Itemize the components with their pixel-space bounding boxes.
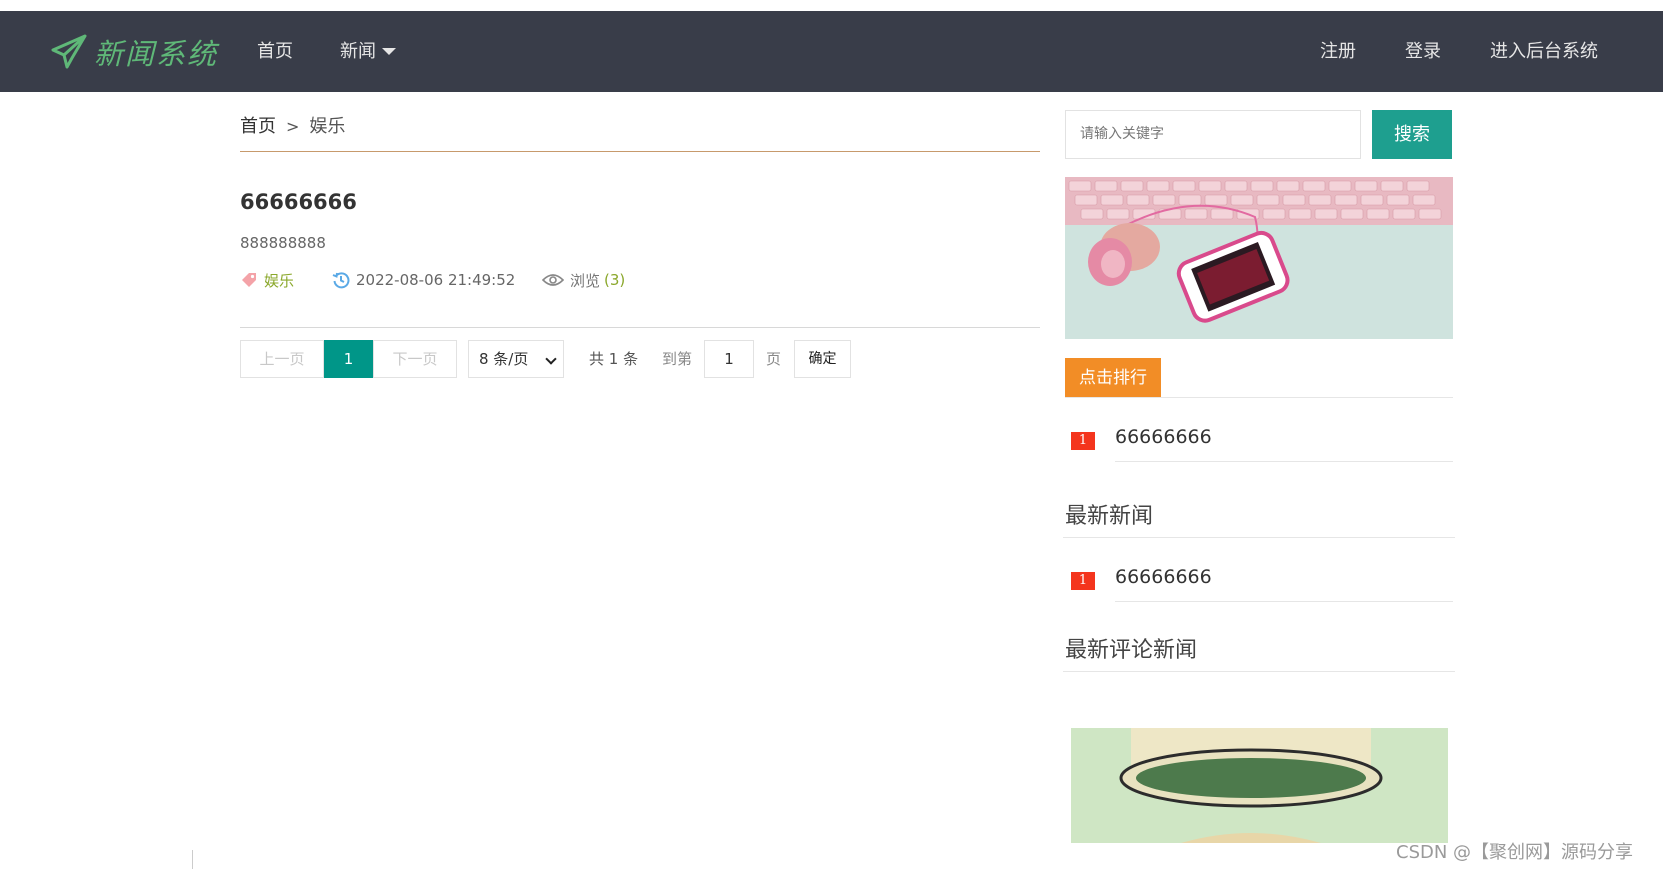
goto-confirm-button[interactable]: 确定 xyxy=(794,340,851,378)
search-button[interactable]: 搜索 xyxy=(1372,110,1452,159)
paper-plane-icon xyxy=(51,34,87,69)
nav-register[interactable]: 注册 xyxy=(1320,11,1356,92)
commented-news-divider xyxy=(1063,671,1455,672)
eye-icon xyxy=(542,274,564,286)
nav-register-label: 注册 xyxy=(1320,41,1356,62)
nav-news-label: 新闻 xyxy=(340,41,376,62)
article-category[interactable]: 娱乐 xyxy=(240,268,294,292)
left-edge-tick xyxy=(192,850,193,869)
goto-label: 到第 xyxy=(662,350,693,368)
latest-news-heading: 最新新闻 xyxy=(1065,504,1154,529)
total-count: 共 1 条 xyxy=(589,350,639,368)
hot-ranking-tab[interactable]: 点击排行 xyxy=(1065,358,1161,398)
article-views: 浏览 (3) xyxy=(542,268,625,292)
nav-home-label: 首页 xyxy=(257,41,293,62)
history-clock-icon xyxy=(332,272,350,289)
latest-item-title[interactable]: 66666666 xyxy=(1115,566,1212,588)
page-1-button[interactable]: 1 xyxy=(324,340,373,378)
hot-list-item[interactable]: 1 66666666 xyxy=(1071,418,1453,462)
top-navbar: 新闻系统 首页 新闻 注册 登录 进入后台系统 xyxy=(0,11,1663,92)
article-datetime-text: 2022-08-06 21:49:52 xyxy=(356,271,516,289)
commented-news-image[interactable] xyxy=(1071,728,1448,843)
breadcrumb-current[interactable]: 娱乐 xyxy=(309,116,345,137)
tag-icon xyxy=(242,273,256,287)
nav-news-dropdown[interactable]: 新闻 xyxy=(340,11,396,92)
article-views-count: (3) xyxy=(604,271,626,289)
logo-text: 新闻系统 xyxy=(94,37,219,71)
list-divider xyxy=(240,327,1040,328)
breadcrumb-separator: > xyxy=(286,117,300,136)
breadcrumb: 首页 > 娱乐 xyxy=(240,112,345,138)
next-page-button[interactable]: 下一页 xyxy=(373,340,457,378)
watermark: CSDN @【聚创网】源码分享 xyxy=(1396,842,1634,863)
page-size-value: 8 条/页 xyxy=(479,350,529,368)
page-size-select[interactable]: 8 条/页 xyxy=(468,340,564,378)
caret-down-icon xyxy=(382,47,396,55)
latest-list-item[interactable]: 1 66666666 xyxy=(1071,558,1453,602)
page: 新闻系统 首页 新闻 注册 登录 进入后台系统 首页 > 娱乐 66666666 8… xyxy=(0,0,1663,869)
nav-admin[interactable]: 进入后台系统 xyxy=(1490,11,1598,92)
breadcrumb-home[interactable]: 首页 xyxy=(240,116,276,137)
article-title[interactable]: 66666666 xyxy=(240,190,357,214)
latest-news-divider xyxy=(1063,537,1455,538)
goto-page-input[interactable]: 1 xyxy=(704,340,754,378)
breadcrumb-divider xyxy=(240,151,1040,152)
banner-photo xyxy=(1065,177,1453,339)
hat-illustration xyxy=(1071,728,1448,843)
article-datetime: 2022-08-06 21:49:52 xyxy=(332,268,515,292)
nav-login-label: 登录 xyxy=(1405,41,1441,62)
hot-ranking-divider xyxy=(1065,397,1453,398)
logo[interactable]: 新闻系统 xyxy=(50,31,218,73)
commented-news-heading: 最新评论新闻 xyxy=(1065,638,1198,663)
item-divider xyxy=(1115,601,1453,602)
prev-page-button[interactable]: 上一页 xyxy=(240,340,324,378)
item-divider xyxy=(1115,461,1453,462)
nav-home[interactable]: 首页 xyxy=(257,11,293,92)
article-views-label: 浏览 xyxy=(570,271,601,290)
nav-admin-label: 进入后台系统 xyxy=(1490,41,1598,62)
chevron-down-icon xyxy=(545,353,557,365)
banner-image[interactable] xyxy=(1065,177,1453,339)
page-unit-label: 页 xyxy=(766,350,782,368)
top-strip xyxy=(0,0,1663,11)
search-input[interactable]: 请输入关键字 xyxy=(1065,110,1361,159)
rank-badge: 1 xyxy=(1071,572,1095,590)
nav-login[interactable]: 登录 xyxy=(1405,11,1441,92)
hot-item-title[interactable]: 66666666 xyxy=(1115,426,1212,448)
rank-badge: 1 xyxy=(1071,432,1095,450)
article-category-label: 娱乐 xyxy=(264,271,295,290)
article-summary: 888888888 xyxy=(240,234,326,252)
